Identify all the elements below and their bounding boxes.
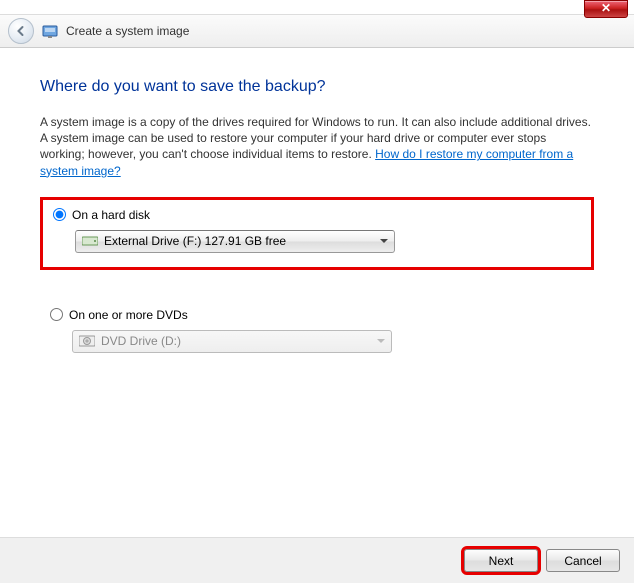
window-title: Create a system image (66, 24, 189, 38)
chevron-down-icon (380, 239, 388, 243)
description-text: A system image is a copy of the drives r… (40, 114, 594, 179)
system-image-icon (42, 23, 58, 39)
dvd-selected: DVD Drive (D:) (101, 334, 371, 348)
back-arrow-icon (14, 24, 28, 38)
radio-dvd[interactable] (50, 308, 63, 321)
option-dvd: On one or more DVDs DVD Drive (D:) (40, 300, 594, 367)
dvd-drive-icon (79, 335, 95, 347)
next-button[interactable]: Next (464, 549, 538, 572)
radio-dvd-row[interactable]: On one or more DVDs (50, 308, 584, 322)
close-icon: ✕ (601, 1, 611, 15)
hard-disk-selected: External Drive (F:) 127.91 GB free (104, 234, 374, 248)
header-bar: Create a system image (0, 14, 634, 48)
radio-hard-disk[interactable] (53, 208, 66, 221)
cancel-button[interactable]: Cancel (546, 549, 620, 572)
back-button[interactable] (8, 18, 34, 44)
radio-dvd-label: On one or more DVDs (69, 308, 188, 322)
radio-hard-disk-row[interactable]: On a hard disk (53, 208, 581, 222)
hard-drive-icon (82, 235, 98, 247)
chevron-down-icon (377, 339, 385, 343)
dvd-dropdown: DVD Drive (D:) (72, 330, 392, 353)
footer-bar: Next Cancel (0, 537, 634, 583)
hard-disk-dropdown[interactable]: External Drive (F:) 127.91 GB free (75, 230, 395, 253)
close-button[interactable]: ✕ (584, 0, 628, 18)
option-hard-disk: On a hard disk External Drive (F:) 127.9… (40, 197, 594, 270)
page-heading: Where do you want to save the backup? (40, 78, 594, 96)
radio-hard-disk-label: On a hard disk (72, 208, 150, 222)
